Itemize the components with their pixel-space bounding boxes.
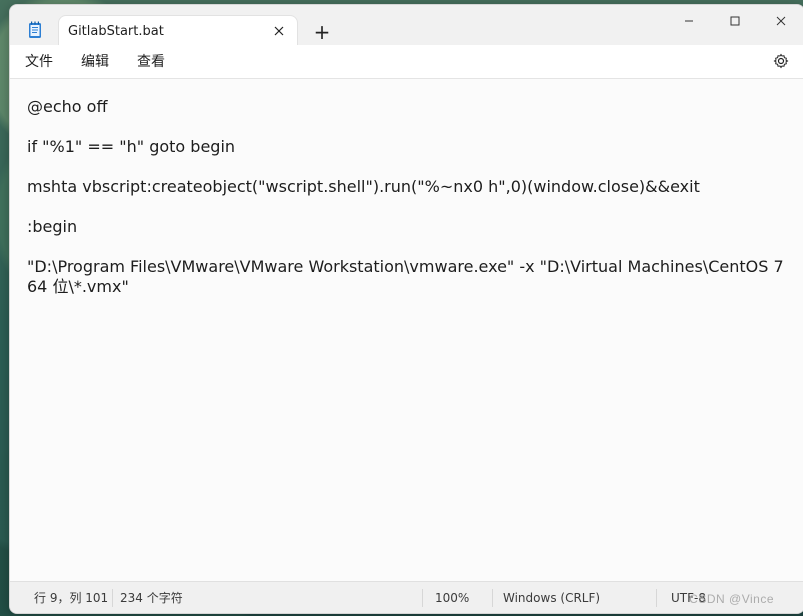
menu-bar: 文件 编辑 查看 [10,45,803,79]
csdn-watermark: CSDN @Vince [689,592,774,606]
settings-button[interactable] [772,52,790,70]
close-icon [776,16,786,26]
text-editor[interactable]: @echo off if "%1" == "h" goto begin msht… [10,79,803,581]
tab-title: GitlabStart.bat [68,24,164,39]
window-controls [666,5,803,37]
zoom-level[interactable]: 100% [435,591,469,605]
maximize-icon [730,16,740,26]
status-divider [422,589,423,607]
new-tab-button[interactable]: + [310,20,334,44]
minimize-icon [685,20,693,22]
gear-icon [773,53,789,69]
status-divider [492,589,493,607]
editor-line-7: :begin [27,217,78,236]
file-tab[interactable]: GitlabStart.bat [58,15,298,46]
editor-line-2 [27,117,787,137]
close-window-button[interactable] [758,5,803,37]
maximize-button[interactable] [712,5,758,37]
cursor-position: 行 9，列 101 [34,591,109,605]
editor-line-5: mshta vbscript:createobject("wscript.she… [27,177,700,196]
menu-view[interactable]: 查看 [137,54,165,70]
minimize-button[interactable] [666,5,712,37]
status-divider [112,589,113,607]
menu-edit[interactable]: 编辑 [81,54,109,70]
plus-icon: + [313,20,331,44]
editor-line-8 [27,237,787,257]
status-divider [656,589,657,607]
menu-file[interactable]: 文件 [25,54,53,70]
editor-line-9: "D:\Program Files\VMware\VMware Workstat… [27,257,789,296]
line-ending[interactable]: Windows (CRLF) [503,591,600,605]
editor-line-6 [27,197,787,217]
editor-line-1: @echo off [27,97,108,116]
character-count: 234 个字符 [120,591,183,605]
editor-line-4 [27,157,787,177]
notepad-app-icon [29,21,41,38]
close-tab-button[interactable] [271,23,287,39]
status-bar: 行 9，列 101 234 个字符 100% Windows (CRLF) UT… [10,581,803,613]
notepad-window: GitlabStart.bat + 文件 编辑 查看 @echo off if … [9,4,803,614]
title-bar: GitlabStart.bat + [10,5,803,46]
editor-line-3: if "%1" == "h" goto begin [27,137,236,156]
close-icon [274,26,284,36]
